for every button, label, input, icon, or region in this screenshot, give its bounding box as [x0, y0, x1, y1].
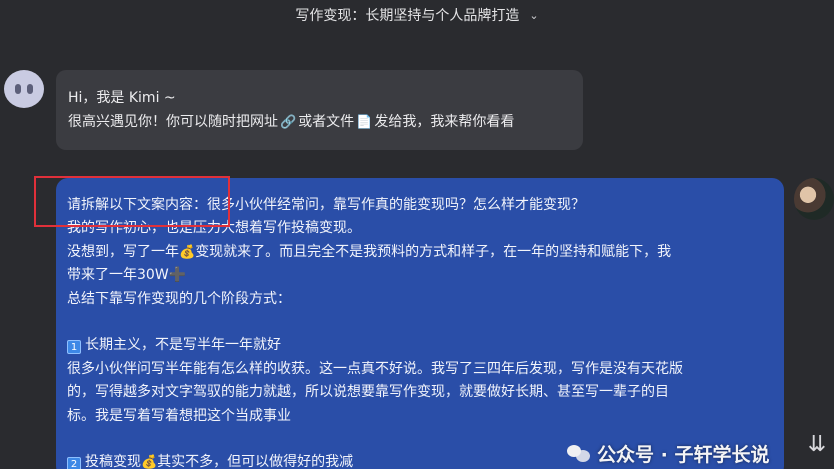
message-text: 其实不多，但可以做得好的我减 [157, 454, 354, 469]
message-line: 标。我是写着写着想把这个当成事业 [67, 407, 291, 424]
message-line: 很多小伙伴问写半年能有怎么样的收获。这一点真不好说。我写了三四年后发现，写作是没… [67, 360, 683, 377]
watermark: 公众号 · 子轩学长说 [567, 440, 769, 466]
message-line: 我的写作初心，也是压力大想着写作投稿变现。 [67, 220, 361, 237]
scroll-to-bottom-button[interactable]: ⇊ [803, 428, 831, 462]
number-two-badge-icon: 2 [67, 457, 81, 469]
message-line: 带来了一年30W➕ [67, 267, 187, 284]
double-chevron-down-icon: ⇊ [807, 432, 827, 457]
message-line: 请拆解以下文案内容：很多小伙伴经常问，靠写作真的能变现吗？怎么样才能变现？ [67, 197, 585, 213]
conversation-title[interactable]: 写作变现：长期坚持与个人品牌打造 [295, 5, 519, 25]
chevron-down-icon[interactable]: ⌄ [529, 9, 538, 22]
bot-intro-part2: 或者文件 [298, 114, 355, 130]
money-bag-icon: 💰 [179, 244, 196, 260]
message-line: 的，写得越多对文字驾驭的能力就越，所以说想要靠写作变现，就要做好长期、甚至写一辈… [67, 384, 669, 401]
number-one-badge-icon: 1 [67, 340, 81, 355]
bot-message-bubble: Hi，我是 Kimi ~ 很高兴遇见你！你可以随时把网址 🔗 或者文件 📄 发给我，我来… [56, 70, 583, 150]
conversation-title-bar[interactable]: 写作变现：长期坚持与个人品牌打造 ⌄ [0, 0, 834, 30]
bot-greeting: Hi，我是 Kimi ~ [68, 90, 176, 106]
bot-intro: 很高兴遇见你！你可以随时把网址 🔗 或者文件 📄 发给我，我来帮你看看 [68, 110, 571, 135]
link-icon: 🔗 [280, 115, 297, 130]
watermark-text: 公众号 · 子轩学长说 [597, 443, 770, 466]
user-message-bubble: 请拆解以下文案内容：很多小伙伴经常问，靠写作真的能变现吗？怎么样才能变现？ 我的… [56, 178, 784, 469]
message-text: 变现就来了。而且完全不是我预料的方式和样子，在一年的坚持和赋能下，我 [195, 243, 672, 260]
wechat-icon [567, 443, 591, 463]
message-text: 投稿变现 [85, 454, 141, 469]
file-icon: 📄 [356, 115, 373, 130]
message-line: 总结下靠写作变现的几个阶段方式： [67, 290, 291, 307]
user-avatar[interactable] [794, 178, 834, 220]
bot-intro-part1: 很高兴遇见你！你可以随时把网址 [68, 114, 278, 130]
message-text: 没想到，写了一年 [67, 243, 179, 260]
message-text: 长期主义，不是写半年一年就好 [85, 337, 281, 354]
avatar-eye-right [27, 84, 33, 94]
message-line: 没想到，写了一年💰变现就来了。而且完全不是我预料的方式和样子，在一年的坚持和赋能… [67, 241, 772, 264]
message-line: 1 长期主义，不是写半年一年就好 [67, 334, 772, 357]
kimi-avatar [4, 70, 44, 108]
bot-intro-part3: 发给我，我来帮你看看 [374, 114, 515, 130]
avatar-eye-left [15, 84, 21, 94]
money-bag-icon: 💰 [141, 455, 158, 469]
